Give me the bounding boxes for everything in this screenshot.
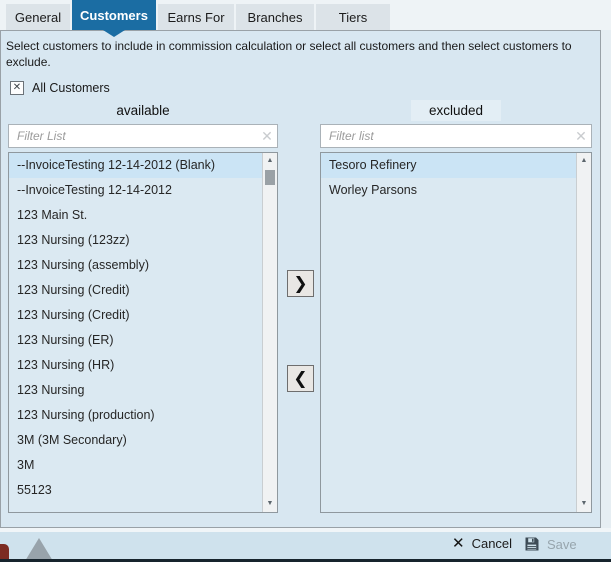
clear-filter-icon[interactable]: ✕ — [257, 128, 277, 145]
list-item[interactable]: 123 Nursing (production) — [9, 403, 262, 428]
tab-bar: General Customers Earns For Branches Tie… — [6, 0, 390, 30]
list-item[interactable]: Tesoro Refinery — [321, 153, 576, 178]
available-scrollbar[interactable]: ▲ ▼ — [262, 153, 277, 512]
save-button[interactable]: Save — [524, 536, 577, 552]
list-item[interactable]: --InvoiceTesting 12-14-2012 (Blank) — [9, 153, 262, 178]
cancel-x-icon: ✕ — [452, 535, 465, 552]
excluded-listbox: Tesoro Refinery Worley Parsons ▲ ▼ — [320, 152, 592, 513]
list-item[interactable]: --InvoiceTesting 12-14-2012 — [9, 178, 262, 203]
all-customers-label: All Customers — [32, 81, 110, 95]
excluded-header-label: excluded — [410, 100, 502, 121]
scroll-down-icon[interactable]: ▼ — [577, 497, 591, 511]
available-filter-box: ✕ — [8, 124, 278, 148]
scrollbar-thumb[interactable] — [265, 170, 275, 185]
checkbox-check-icon: ✕ — [12, 82, 22, 93]
footer-bar: ✕ Cancel Save — [0, 532, 611, 562]
list-item[interactable]: 123 Nursing (123zz) — [9, 228, 262, 253]
list-item[interactable]: 123 Nursing (Credit) — [9, 303, 262, 328]
clear-filter-icon[interactable]: ✕ — [571, 128, 591, 145]
excluded-scrollbar[interactable]: ▲ ▼ — [576, 153, 591, 512]
list-item[interactable]: 123 Nursing (ER) — [9, 328, 262, 353]
instruction-text: Select customers to include in commissio… — [6, 39, 572, 69]
chevron-left-icon: ❮ — [293, 368, 308, 389]
available-filter-input[interactable] — [9, 125, 257, 147]
list-item[interactable]: 3M — [9, 453, 262, 478]
list-item[interactable]: 123 Nursing — [9, 378, 262, 403]
excluded-filter-input[interactable] — [321, 125, 571, 147]
available-list: --InvoiceTesting 12-14-2012 (Blank) --Inv… — [9, 153, 262, 512]
excluded-list: Tesoro Refinery Worley Parsons — [321, 153, 576, 512]
move-to-excluded-button[interactable]: ❯ — [287, 270, 314, 297]
cancel-label: Cancel — [471, 536, 513, 551]
all-customers-row: ✕ All Customers — [10, 81, 110, 95]
tab-tiers[interactable]: Tiers — [316, 4, 390, 30]
list-item[interactable]: 123 Nursing (Credit) — [9, 278, 262, 303]
scroll-up-icon[interactable]: ▲ — [577, 154, 591, 168]
available-column-header: available — [116, 103, 170, 118]
list-item[interactable]: 55123 — [9, 478, 262, 503]
cancel-button[interactable]: ✕ Cancel — [452, 536, 512, 551]
list-item[interactable]: Worley Parsons — [321, 178, 576, 203]
list-item[interactable]: 3M (3M Secondary) — [9, 428, 262, 453]
excluded-filter-box: ✕ — [320, 124, 592, 148]
excluded-column-header: excluded — [320, 100, 592, 121]
list-item[interactable]: 123 Main St. — [9, 203, 262, 228]
move-to-available-button[interactable]: ❮ — [287, 365, 314, 392]
all-customers-checkbox[interactable]: ✕ — [10, 81, 24, 95]
list-item[interactable]: 123 Nursing (assembly) — [9, 253, 262, 278]
tab-branches[interactable]: Branches — [236, 4, 314, 30]
save-label: Save — [547, 536, 577, 552]
tab-general[interactable]: General — [6, 4, 70, 30]
list-item[interactable]: 123 Nursing (HR) — [9, 353, 262, 378]
panel-right-margin — [601, 30, 611, 532]
chevron-right-icon: ❯ — [293, 273, 308, 294]
customers-tab-dialog: General Customers Earns For Branches Tie… — [0, 0, 611, 562]
scroll-down-icon[interactable]: ▼ — [263, 497, 277, 511]
save-icon — [524, 536, 540, 552]
scroll-up-icon[interactable]: ▲ — [263, 154, 277, 168]
available-listbox: --InvoiceTesting 12-14-2012 (Blank) --Inv… — [8, 152, 278, 513]
tab-earns-for[interactable]: Earns For — [158, 4, 234, 30]
tab-customers[interactable]: Customers — [72, 0, 156, 30]
